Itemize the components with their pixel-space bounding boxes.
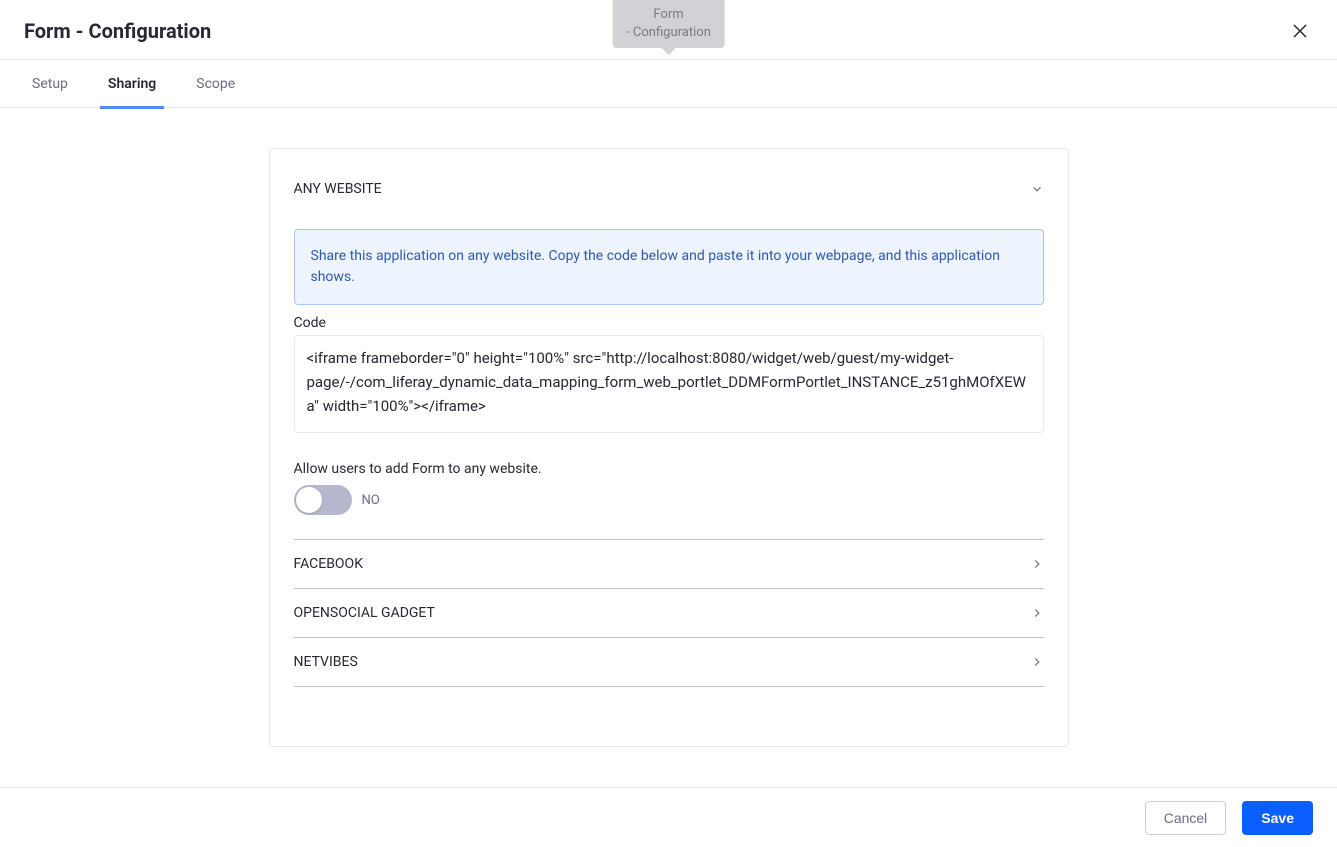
cancel-button[interactable]: Cancel bbox=[1145, 801, 1227, 835]
accordion-body-any-website: Share this application on any website. C… bbox=[294, 229, 1044, 539]
chevron-right-icon bbox=[1030, 557, 1044, 571]
info-alert: Share this application on any website. C… bbox=[294, 229, 1044, 305]
chevron-right-icon bbox=[1030, 606, 1044, 620]
tab-setup[interactable]: Setup bbox=[24, 60, 76, 108]
close-icon bbox=[1291, 22, 1309, 40]
modal-footer: Cancel Save bbox=[0, 787, 1337, 847]
accordion-header-opensocial[interactable]: OPENSOCIAL GADGET bbox=[294, 589, 1044, 637]
chevron-right-icon bbox=[1030, 655, 1044, 669]
tab-bar: Setup Sharing Scope bbox=[0, 60, 1337, 108]
tab-scope[interactable]: Scope bbox=[188, 60, 243, 108]
accordion-title-netvibes: NETVIBES bbox=[294, 654, 358, 670]
accordion-title-facebook: FACEBOOK bbox=[294, 556, 363, 572]
allow-any-website-toggle[interactable] bbox=[294, 485, 352, 515]
toggle-label: Allow users to add Form to any website. bbox=[294, 461, 1044, 477]
header-tooltip: Form - Configuration bbox=[612, 0, 725, 48]
accordion-header-netvibes[interactable]: NETVIBES bbox=[294, 638, 1044, 686]
toggle-row: NO bbox=[294, 485, 1044, 515]
tooltip-line2: - Configuration bbox=[626, 24, 711, 42]
main-content: ANY WEBSITE Share this application on an… bbox=[0, 108, 1337, 787]
accordion-header-facebook[interactable]: FACEBOOK bbox=[294, 540, 1044, 588]
save-button[interactable]: Save bbox=[1242, 801, 1313, 835]
accordion-opensocial: OPENSOCIAL GADGET bbox=[294, 589, 1044, 638]
accordion-any-website: ANY WEBSITE Share this application on an… bbox=[294, 173, 1044, 540]
tab-sharing[interactable]: Sharing bbox=[100, 60, 164, 108]
toggle-state-text: NO bbox=[362, 493, 380, 508]
close-button[interactable] bbox=[1287, 18, 1313, 44]
code-label: Code bbox=[294, 315, 1044, 331]
chevron-down-icon bbox=[1030, 182, 1044, 196]
tooltip-line1: Form bbox=[626, 6, 711, 24]
accordion-facebook: FACEBOOK bbox=[294, 540, 1044, 589]
accordion-title-opensocial: OPENSOCIAL GADGET bbox=[294, 605, 435, 621]
accordion-netvibes: NETVIBES bbox=[294, 638, 1044, 687]
accordion-title-any-website: ANY WEBSITE bbox=[294, 181, 382, 197]
code-textarea[interactable] bbox=[294, 335, 1044, 433]
toggle-knob bbox=[296, 487, 322, 513]
sharing-panel: ANY WEBSITE Share this application on an… bbox=[269, 148, 1069, 747]
accordion-header-any-website[interactable]: ANY WEBSITE bbox=[294, 173, 1044, 213]
toggle-section: Allow users to add Form to any website. … bbox=[294, 461, 1044, 515]
page-title: Form - Configuration bbox=[24, 19, 211, 43]
